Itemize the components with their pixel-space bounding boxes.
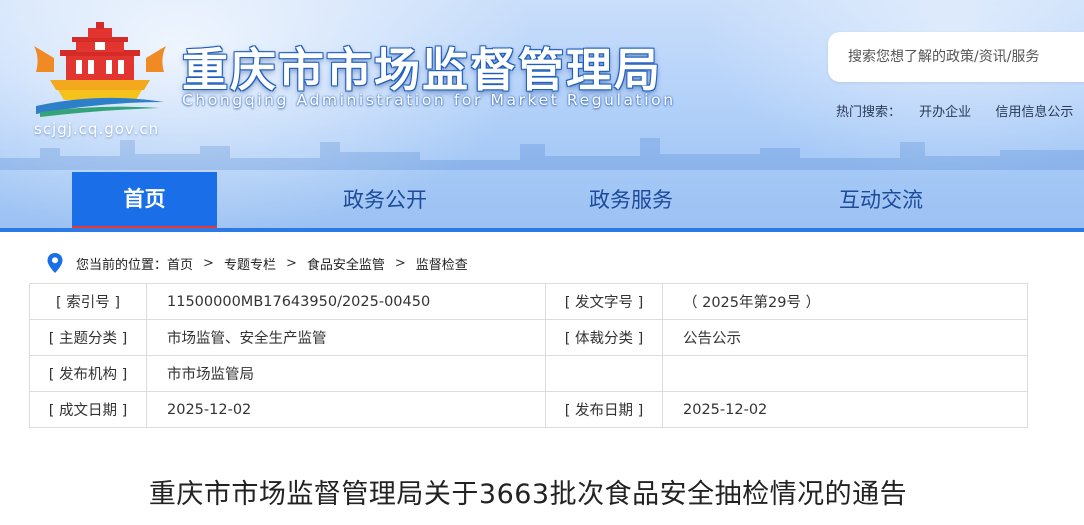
breadcrumb-prefix: 您当前的位置： — [76, 257, 168, 273]
hot-link-credit-info[interactable]: 信用信息公示 — [995, 105, 1073, 120]
nav-interaction[interactable]: 互动交流 — [806, 172, 956, 228]
breadcrumb-separator: > — [285, 255, 297, 271]
site-domain: scjgj.cq.gov.cn — [34, 120, 160, 138]
breadcrumb-special-topics[interactable]: 专题专栏 — [224, 254, 276, 273]
meta-key: [ 发布日期 ] — [545, 391, 663, 428]
search-box[interactable] — [828, 32, 1084, 82]
meta-value: 市场监管、安全生产监管 — [146, 319, 546, 356]
table-row: [ 主题分类 ] 市场监管、安全生产监管 [ 体裁分类 ] 公告公示 — [29, 319, 1028, 356]
breadcrumb-separator: > — [394, 255, 406, 271]
header-banner: scjgj.cq.gov.cn 重庆市市场监督管理局 Chongqing Adm… — [0, 0, 1084, 228]
table-row: [ 发布机构 ] 市市场监管局 — [29, 355, 1028, 392]
nav-home[interactable]: 首页 — [72, 172, 217, 228]
table-row: [ 索引号 ] 11500000MB17643950/2025-00450 [ … — [29, 283, 1028, 320]
hot-search: 热门搜索： 开办企业 信用信息公示 — [836, 101, 1084, 120]
chongqing-emblem-logo — [34, 22, 166, 117]
meta-value: 2025-12-02 — [146, 391, 546, 428]
location-pin-icon — [47, 253, 63, 273]
document-metadata-table: [ 索引号 ] 11500000MB17643950/2025-00450 [ … — [29, 283, 1028, 428]
meta-value: 市市场监管局 — [146, 355, 546, 392]
site-subtitle: Chongqing Administration for Market Regu… — [182, 91, 676, 109]
breadcrumb-separator: > — [203, 255, 214, 271]
breadcrumb: 您当前的位置： 首页 > 专题专栏 > 食品安全监管 > 监督检查 — [46, 252, 468, 274]
meta-value: （ 2025年第29号 ） — [662, 283, 1028, 320]
meta-value: 公告公示 — [662, 319, 1028, 356]
search-input[interactable] — [848, 46, 1078, 68]
hot-link-start-business[interactable]: 开办企业 — [919, 105, 971, 120]
skyline-decoration — [0, 138, 1084, 170]
table-row: [ 成文日期 ] 2025-12-02 [ 发布日期 ] 2025-12-02 — [29, 391, 1028, 428]
nav-divider — [0, 228, 1084, 232]
nav-government-services[interactable]: 政务服务 — [556, 172, 706, 228]
breadcrumb-home[interactable]: 首页 — [167, 254, 193, 273]
meta-value: 2025-12-02 — [662, 391, 1028, 428]
meta-value — [662, 355, 1028, 392]
meta-key: [ 发布机构 ] — [29, 355, 147, 392]
meta-key: [ 主题分类 ] — [29, 319, 147, 356]
hot-search-label: 热门搜索： — [836, 105, 902, 120]
meta-key: [ 成文日期 ] — [29, 391, 147, 428]
meta-key: [ 索引号 ] — [29, 283, 147, 320]
meta-key — [545, 355, 663, 392]
meta-key: [ 发文字号 ] — [545, 283, 663, 320]
breadcrumb-inspection[interactable]: 监督检查 — [416, 254, 468, 273]
meta-value: 11500000MB17643950/2025-00450 — [146, 283, 546, 320]
breadcrumb-food-safety[interactable]: 食品安全监管 — [307, 254, 385, 273]
document-title: 重庆市市场监督管理局关于3663批次食品安全抽检情况的通告 — [148, 479, 908, 510]
nav-government-affairs[interactable]: 政务公开 — [310, 172, 460, 228]
main-nav: 首页 政务公开 政务服务 互动交流 — [0, 172, 1084, 228]
meta-key: [ 体裁分类 ] — [545, 319, 663, 356]
